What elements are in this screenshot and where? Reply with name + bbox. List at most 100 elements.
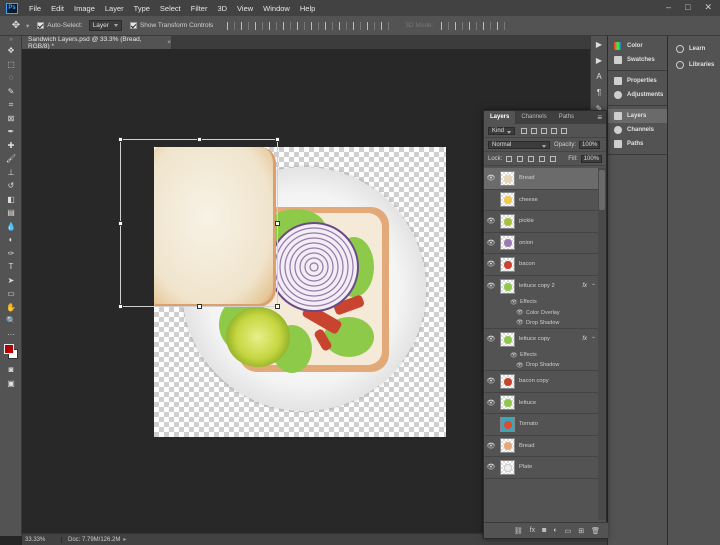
align-hcenter-icon[interactable]: [283, 21, 292, 30]
visibility-eye-icon[interactable]: 👁: [484, 442, 498, 450]
show-transform-checkbox[interactable]: [129, 22, 137, 29]
effects-header[interactable]: 👁 Effects: [484, 297, 599, 308]
effect-row[interactable]: 👁 Drop Shadow: [484, 361, 599, 371]
menu-filter[interactable]: Filter: [186, 4, 213, 13]
visibility-eye-icon[interactable]: 👁: [484, 399, 498, 407]
actions-panel-icon[interactable]: ▶: [591, 52, 607, 68]
blend-mode-dropdown[interactable]: Normal: [488, 140, 550, 149]
distribute-right-icon[interactable]: [381, 21, 390, 30]
new-layer-icon[interactable]: ⊞: [578, 527, 584, 535]
layer-row[interactable]: 👁 lettuce copy 2 fx ⌃: [484, 276, 599, 298]
filter-type-icon[interactable]: [541, 127, 548, 134]
menu-window[interactable]: Window: [258, 4, 295, 13]
move-tool-icon[interactable]: ✥: [0, 44, 22, 58]
adjustments-panel-tab[interactable]: Adjustments: [608, 88, 667, 102]
filter-pixel-icon[interactable]: [521, 127, 528, 134]
effect-visibility-eye-icon[interactable]: 👁: [516, 309, 526, 316]
layer-row[interactable]: 👁 Bread: [484, 436, 599, 457]
brush-tool-icon[interactable]: 🖌: [0, 152, 22, 166]
healing-brush-tool-icon[interactable]: ✚: [0, 139, 22, 153]
tool-preset-chevron-icon[interactable]: ▾: [26, 22, 29, 30]
transform-handle-top[interactable]: [197, 137, 202, 142]
foreground-color-swatch[interactable]: [4, 344, 14, 354]
transform-bounding-box[interactable]: [118, 137, 280, 309]
screen-mode-icon[interactable]: ▣: [0, 377, 22, 391]
libraries-panel-tab[interactable]: Libraries: [668, 57, 720, 73]
menu-image[interactable]: Image: [69, 4, 100, 13]
distribute-top-icon[interactable]: [311, 21, 320, 30]
menu-edit[interactable]: Edit: [46, 4, 69, 13]
align-bottom-icon[interactable]: [255, 21, 264, 30]
document-tab[interactable]: Sandwich Layers.psd @ 33.3% (Bread, RGB/…: [22, 36, 172, 50]
layer-row[interactable]: 👁 lettuce: [484, 393, 599, 414]
effects-header[interactable]: 👁 Effects: [484, 350, 599, 361]
path-selection-tool-icon[interactable]: ➤: [0, 274, 22, 288]
distribute-vcenter-icon[interactable]: [325, 21, 334, 30]
color-swatches[interactable]: [0, 341, 22, 363]
toolbar-collapse-icon[interactable]: »: [0, 36, 22, 44]
zoom-tool-icon[interactable]: 🔍: [0, 314, 22, 328]
character-panel-icon[interactable]: A: [591, 68, 607, 84]
add-mask-icon[interactable]: ◙: [542, 527, 546, 534]
lock-pixels-icon[interactable]: [517, 155, 524, 162]
layer-row[interactable]: 👁 lettuce copy fx ⌃: [484, 329, 599, 351]
menu-type[interactable]: Type: [129, 4, 155, 13]
distribute-hcenter-icon[interactable]: [367, 21, 376, 30]
expand-effects-chevron-icon[interactable]: ⌃: [591, 283, 596, 290]
layer-row[interactable]: 👁 onion: [484, 233, 599, 254]
lock-transparency-icon[interactable]: [506, 155, 513, 162]
zoom-level[interactable]: 33.33%: [22, 536, 62, 543]
layer-row[interactable]: 👁 bacon: [484, 254, 599, 276]
3d-roll-icon[interactable]: [455, 21, 464, 30]
channels-panel-tab[interactable]: Channels: [608, 123, 667, 137]
layer-row[interactable]: 👁 Tomato: [484, 414, 599, 436]
3d-slide-icon[interactable]: [483, 21, 492, 30]
close-window-icon[interactable]: ✕: [704, 2, 712, 13]
visibility-eye-icon[interactable]: 👁: [484, 420, 498, 428]
history-panel-icon[interactable]: ▶: [591, 36, 607, 52]
menu-view[interactable]: View: [232, 4, 258, 13]
filter-smart-object-icon[interactable]: [561, 127, 568, 134]
effect-row[interactable]: 👁 Drop Shadow: [484, 318, 599, 329]
new-adjustment-layer-icon[interactable]: ◐: [553, 527, 557, 534]
crop-tool-icon[interactable]: ⌗: [0, 98, 22, 112]
transform-handle-right[interactable]: [275, 221, 280, 226]
history-brush-tool-icon[interactable]: ↺: [0, 179, 22, 193]
transform-handle-top-left[interactable]: [118, 137, 123, 142]
fill-input[interactable]: 100%: [580, 154, 602, 163]
effects-visibility-eye-icon[interactable]: 👁: [510, 299, 520, 306]
layer-effects-badge[interactable]: fx: [582, 283, 587, 289]
blur-tool-icon[interactable]: 💧: [0, 220, 22, 234]
color-panel-tab[interactable]: Color: [608, 39, 667, 53]
3d-drag-icon[interactable]: [469, 21, 478, 30]
visibility-eye-icon[interactable]: 👁: [484, 335, 498, 343]
align-left-icon[interactable]: [269, 21, 278, 30]
transform-handle-bottom[interactable]: [197, 304, 202, 309]
menu-3d[interactable]: 3D: [212, 4, 232, 13]
gradient-tool-icon[interactable]: ▤: [0, 206, 22, 220]
status-menu-icon[interactable]: ▸: [123, 536, 126, 543]
visibility-eye-icon[interactable]: 👁: [484, 174, 498, 182]
auto-select-checkbox[interactable]: [37, 22, 45, 29]
menu-help[interactable]: Help: [295, 4, 320, 13]
paragraph-panel-icon[interactable]: ¶: [591, 84, 607, 100]
frame-tool-icon[interactable]: ⊠: [0, 112, 22, 126]
shape-tool-icon[interactable]: ▭: [0, 287, 22, 301]
lasso-tool-icon[interactable]: ◌: [0, 71, 22, 85]
swatches-panel-tab[interactable]: Swatches: [608, 53, 667, 67]
document-size-info[interactable]: Doc: 7.79M/126.2M: [62, 537, 120, 543]
auto-select-dropdown[interactable]: Layer: [88, 20, 122, 31]
quick-mask-icon[interactable]: ◙: [0, 363, 22, 377]
effect-visibility-eye-icon[interactable]: 👁: [516, 319, 526, 326]
effects-visibility-eye-icon[interactable]: 👁: [510, 352, 520, 359]
filter-adjustment-icon[interactable]: [531, 127, 538, 134]
expand-effects-chevron-icon[interactable]: ⌃: [591, 336, 596, 343]
3d-scale-icon[interactable]: [497, 21, 506, 30]
align-vcenter-icon[interactable]: [241, 21, 250, 30]
layer-row[interactable]: 👁 cheese: [484, 190, 599, 211]
minimize-icon[interactable]: –: [666, 2, 671, 13]
hand-tool-icon[interactable]: ✋: [0, 301, 22, 315]
link-layers-icon[interactable]: ⛓: [514, 527, 523, 535]
scrollbar-thumb[interactable]: [599, 170, 605, 210]
marquee-tool-icon[interactable]: ⬚: [0, 58, 22, 72]
